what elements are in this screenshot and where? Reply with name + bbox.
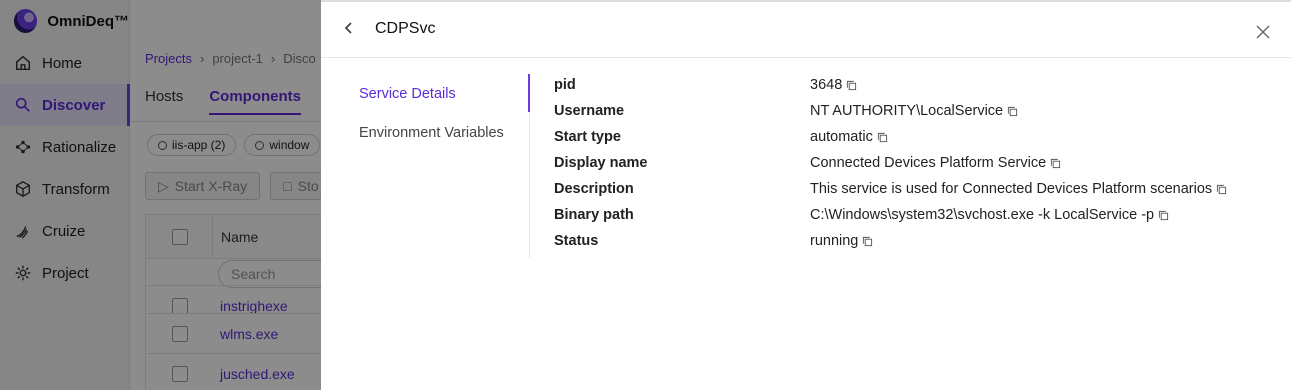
detail-value: Connected Devices Platform Service	[810, 155, 1047, 171]
copy-icon[interactable]	[846, 80, 857, 91]
close-button[interactable]	[1255, 24, 1271, 40]
detail-key: Status	[554, 233, 599, 249]
detail-key: Binary path	[554, 207, 634, 223]
detail-value: running	[810, 233, 859, 249]
chevron-left-icon	[344, 22, 352, 34]
detail-key: Display name	[554, 155, 648, 171]
drawer-title: CDPSvc	[375, 20, 436, 37]
detail-row-start-type: Start type automatic	[554, 124, 1227, 150]
copy-icon[interactable]	[1216, 184, 1227, 195]
detail-value: automatic	[810, 129, 873, 145]
service-details-list: pid 3648 Username NT AUTHORITY\LocalServ…	[554, 72, 1227, 254]
modal-backdrop[interactable]	[0, 0, 321, 390]
detail-row-description: Description This service is used for Con…	[554, 176, 1227, 202]
copy-icon[interactable]	[1158, 210, 1169, 221]
detail-key: Description	[554, 181, 634, 197]
detail-key: Username	[554, 103, 625, 119]
copy-icon[interactable]	[1050, 158, 1061, 169]
copy-icon[interactable]	[862, 236, 873, 247]
drawer-header: CDPSvc	[321, 2, 1291, 58]
detail-value: 3648	[810, 77, 843, 93]
service-details-drawer: CDPSvc Service Details Environment Varia…	[321, 0, 1291, 390]
active-tab-indicator	[528, 74, 530, 112]
detail-value: This service is used for Connected Devic…	[810, 181, 1213, 197]
back-button[interactable]	[339, 18, 359, 38]
detail-row-status: Status running	[554, 228, 1227, 254]
detail-value: NT AUTHORITY\LocalService	[810, 103, 1004, 119]
copy-icon[interactable]	[877, 132, 888, 143]
drawer-nav: Service Details Environment Variables	[321, 74, 530, 152]
detail-value: C:\Windows\system32\svchost.exe -k Local…	[810, 207, 1155, 223]
detail-row-display-name: Display name Connected Devices Platform …	[554, 150, 1227, 176]
close-icon	[1256, 25, 1270, 39]
detail-row-binary-path: Binary path C:\Windows\system32\svchost.…	[554, 202, 1227, 228]
drawer-nav-environment-variables[interactable]: Environment Variables	[321, 113, 530, 152]
copy-icon[interactable]	[1007, 106, 1018, 117]
detail-row-username: Username NT AUTHORITY\LocalService	[554, 98, 1227, 124]
detail-key: Start type	[554, 129, 621, 145]
detail-key: pid	[554, 77, 576, 93]
detail-row-pid: pid 3648	[554, 72, 1227, 98]
drawer-nav-service-details[interactable]: Service Details	[321, 74, 530, 113]
